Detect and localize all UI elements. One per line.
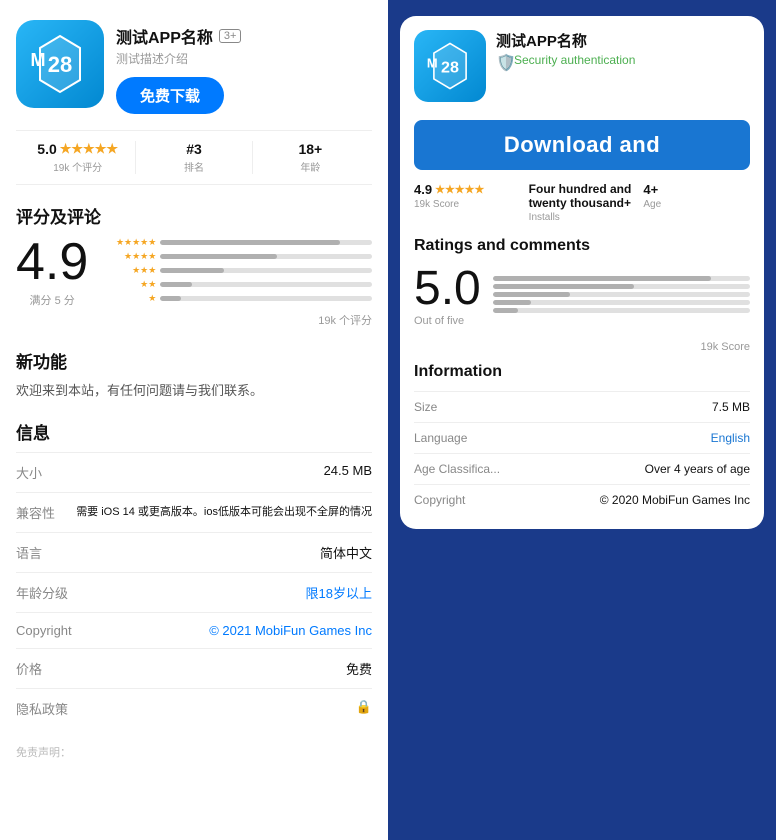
right-app-info: 测试APP名称 🛡️ Security authentication	[496, 30, 750, 67]
rating-bars-right	[493, 276, 750, 316]
disclaimer-left: 免责声明：	[16, 744, 372, 760]
left-panel: 28 M 测试APP名称 3+ 测试描述介绍 免费下载 5.0 ★★★★★ 19…	[0, 0, 388, 840]
rank-stat-left: #3 排名	[135, 141, 251, 174]
rating-bars-left: ★★★★★ ★★★★ ★★★ ★★ ★	[104, 237, 372, 307]
stats-row-right: 4.9 ★★★★★ 19k Score Four hundred and twe…	[414, 182, 750, 223]
right-bar-row-4	[493, 300, 750, 305]
new-features-section: 新功能 欢迎来到本站，有任何问题请与我们联系。	[16, 348, 372, 401]
app-title-left: 测试APP名称	[116, 24, 213, 48]
rating-stat-right: 4.9 ★★★★★ 19k Score	[414, 182, 521, 210]
rating-value-right: 4.9	[414, 182, 432, 197]
info-row-privacy: 隐私政策 🔒	[16, 688, 372, 728]
big-score-left: 4.9 满分 5 分	[16, 236, 88, 308]
app-icon-left: 28 M	[16, 20, 104, 108]
big-score-label-right: Out of five	[414, 315, 481, 327]
svg-text:M: M	[31, 50, 46, 70]
svg-text:28: 28	[48, 52, 72, 77]
security-text: Security authentication	[514, 53, 635, 67]
right-card: 28 M 测试APP名称 🛡️ Security authentication …	[400, 16, 764, 529]
age-stat-right: 4+ Age	[643, 182, 750, 210]
download-button-right[interactable]: Download and	[414, 120, 750, 170]
info-row-lang: 语言 简体中文	[16, 532, 372, 572]
svg-text:M: M	[427, 56, 438, 71]
right-panel: 28 M 测试APP名称 🛡️ Security authentication …	[388, 0, 776, 840]
ratings-title-right: Ratings and comments	[414, 237, 750, 255]
download-button-left[interactable]: 免费下载	[116, 77, 224, 114]
big-score-label-left: 满分 5 分	[16, 292, 88, 308]
info-section-left: 信息 大小 24.5 MB 兼容性 需要 iOS 14 或更高版本。ios低版本…	[16, 419, 372, 728]
right-info-row-age: Age Classifica... Over 4 years of age	[414, 453, 750, 484]
big-score-right: 5.0 Out of five	[414, 265, 481, 327]
age-stat-left: 18+ 年龄	[252, 141, 368, 174]
app-subtitle-left: 测试描述介绍	[116, 50, 372, 67]
age-label-left: 年龄	[253, 159, 368, 174]
bar-row-5: ★	[104, 293, 372, 304]
app-icon-right: 28 M	[414, 30, 486, 102]
info-row-price: 价格 免费	[16, 648, 372, 688]
right-bar-row-2	[493, 284, 750, 289]
stats-row-left: 5.0 ★★★★★ 19k 个评分 #3 排名 18+ 年龄	[16, 130, 372, 185]
svg-text:28: 28	[441, 58, 459, 76]
right-info-row-size: Size 7.5 MB	[414, 391, 750, 422]
security-row: 🛡️ Security authentication	[496, 53, 750, 67]
installs-line2: twenty thousand+	[529, 196, 636, 210]
info-section-right: Information Size 7.5 MB Language English…	[414, 363, 750, 515]
review-count-left: 19k 个评分	[20, 159, 135, 174]
big-score-num-left: 4.9	[16, 236, 88, 288]
ratings-footer-right: 19k Score	[414, 341, 750, 353]
installs-line1: Four hundred and	[529, 182, 636, 196]
ratings-title-left: 评分及评论	[16, 203, 372, 228]
age-value-left: 18+	[253, 141, 368, 157]
app-info-left: 测试APP名称 3+ 测试描述介绍 免费下载	[116, 20, 372, 114]
score-label-right: 19k Score	[414, 199, 521, 210]
right-bar-row-1	[493, 276, 750, 281]
shield-icon: 🛡️	[496, 53, 510, 67]
ratings-footer-left: 19k 个评分	[16, 312, 372, 328]
info-row-copyright: Copyright © 2021 MobiFun Games Inc	[16, 612, 372, 648]
installs-label: Installs	[529, 212, 636, 223]
age-label-right: Age	[643, 199, 750, 210]
new-features-title: 新功能	[16, 348, 372, 373]
big-score-num-right: 5.0	[414, 265, 481, 313]
rank-value-left: #3	[136, 141, 251, 157]
app-header-right: 28 M 测试APP名称 🛡️ Security authentication	[414, 30, 750, 102]
age-badge-left: 3+	[219, 29, 242, 43]
info-row-age: 年龄分级 限18岁以上	[16, 572, 372, 612]
right-info-row-copyright: Copyright © 2020 MobiFun Games Inc	[414, 484, 750, 515]
stars-right: ★★★★★	[435, 183, 484, 196]
info-row-size: 大小 24.5 MB	[16, 452, 372, 492]
rating-value-left: 5.0	[37, 141, 56, 157]
bar-row-3: ★★★	[104, 265, 372, 276]
info-row-compat: 兼容性 需要 iOS 14 或更高版本。ios低版本可能会出现不全屏的情况	[16, 492, 372, 532]
ratings-content-right: 5.0 Out of five	[414, 265, 750, 327]
bar-row-4: ★★	[104, 279, 372, 290]
age-value-right: 4+	[643, 182, 750, 197]
info-title-left: 信息	[16, 419, 372, 444]
stars-left: ★★★★★	[60, 141, 118, 157]
right-bar-row-5	[493, 308, 750, 313]
right-app-title: 测试APP名称	[496, 30, 750, 51]
bar-row-2: ★★★★	[104, 251, 372, 262]
right-bar-row-3	[493, 292, 750, 297]
info-title-right: Information	[414, 363, 750, 381]
ratings-section-right: Ratings and comments 5.0 Out of five	[414, 237, 750, 353]
rating-stat-left: 5.0 ★★★★★ 19k 个评分	[20, 141, 135, 174]
new-features-content: 欢迎来到本站，有任何问题请与我们联系。	[16, 381, 372, 401]
ratings-section-left: 评分及评论 4.9 满分 5 分 ★★★★★ ★★★★ ★★★	[16, 203, 372, 328]
right-info-row-lang: Language English	[414, 422, 750, 453]
installs-stat-right: Four hundred and twenty thousand+ Instal…	[529, 182, 636, 223]
bar-row-1: ★★★★★	[104, 237, 372, 248]
app-header-left: 28 M 测试APP名称 3+ 测试描述介绍 免费下载	[16, 20, 372, 114]
